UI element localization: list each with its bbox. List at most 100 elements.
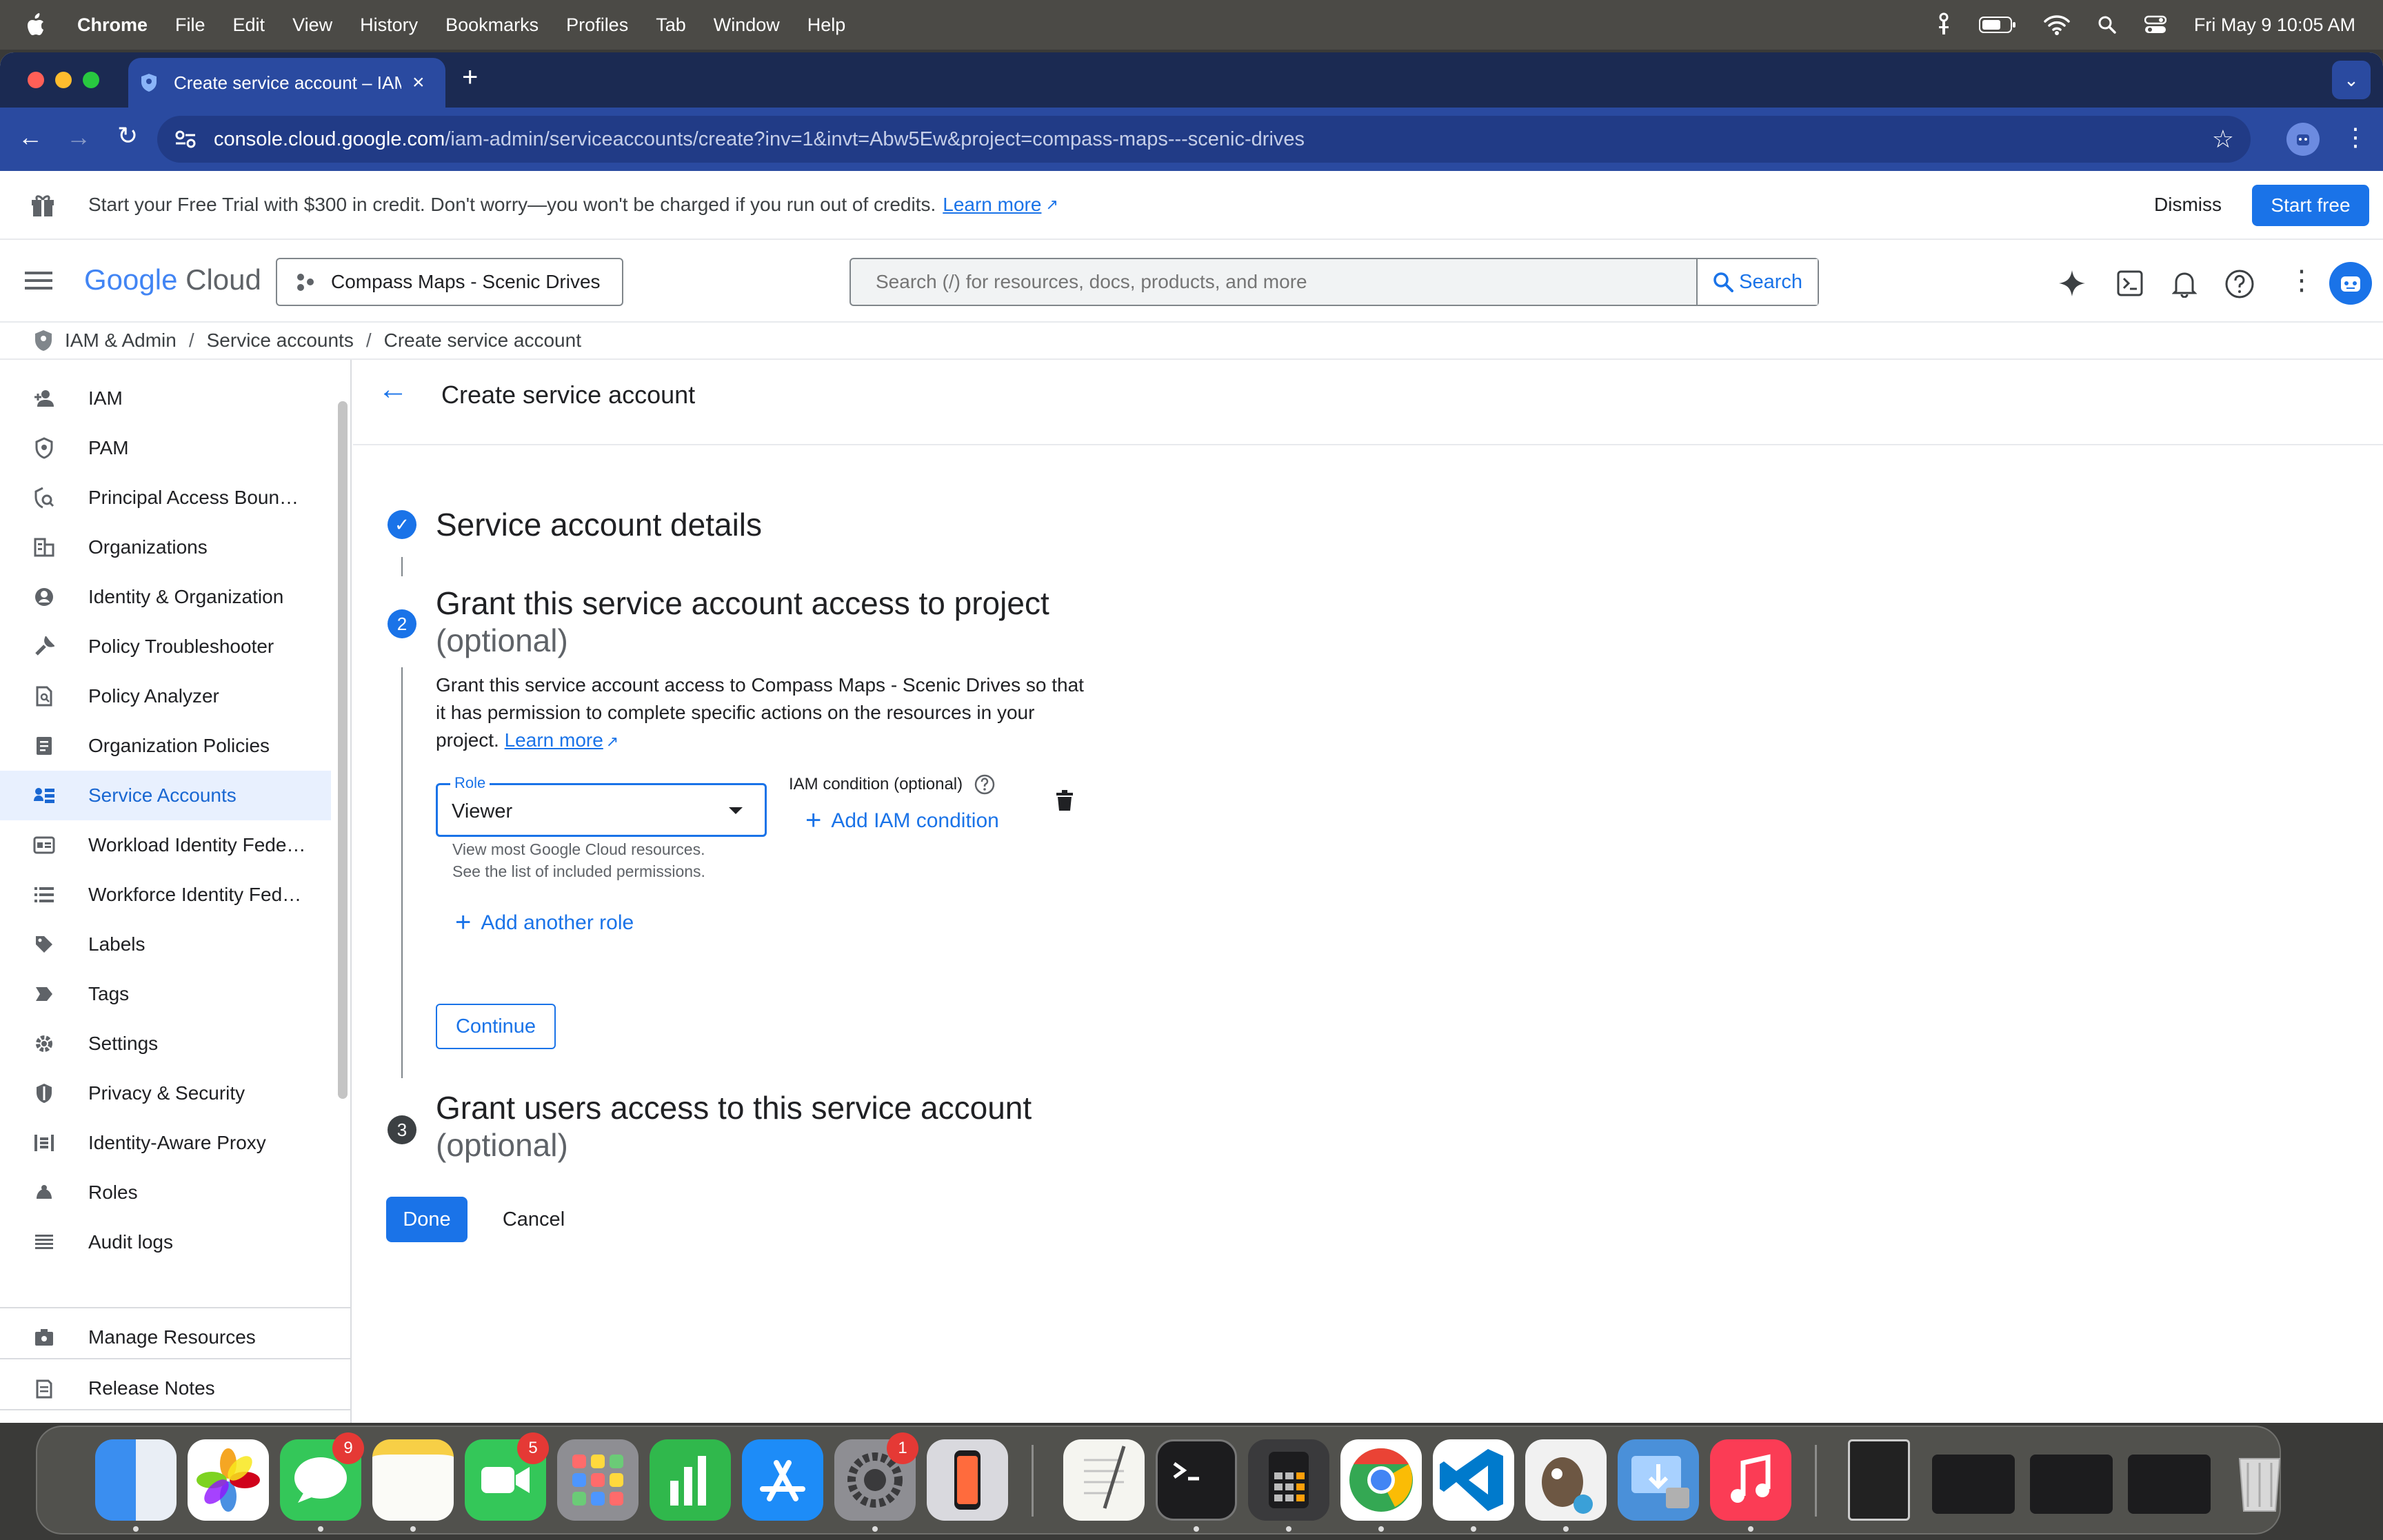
sidebar-item-organizations[interactable]: Organizations	[0, 523, 331, 572]
photos-icon[interactable]	[188, 1439, 269, 1521]
sidebar-item-labels[interactable]: Labels	[0, 920, 331, 969]
tab-search-chevron-icon[interactable]: ⌄	[2332, 61, 2371, 99]
breadcrumb-service-accounts[interactable]: Service accounts	[207, 330, 354, 352]
browser-tab-active[interactable]: Create service account – IAM ×	[128, 58, 445, 108]
control-center-icon[interactable]	[2144, 15, 2166, 34]
search-input[interactable]	[852, 259, 1697, 305]
menu-help[interactable]: Help	[807, 14, 846, 36]
migration-assistant-icon[interactable]	[1618, 1439, 1699, 1521]
role-select[interactable]: Role Viewer	[436, 774, 767, 837]
sidebar-item-tags[interactable]: Tags	[0, 969, 331, 1019]
help-icon[interactable]	[2224, 269, 2255, 299]
sidebar-item-workload-identity[interactable]: Workload Identity Fede…	[0, 820, 331, 870]
sidebar-scrollbar[interactable]	[338, 401, 348, 1099]
sidebar-item-workforce-identity[interactable]: Workforce Identity Fed…	[0, 870, 331, 920]
sidebar-item-identity-aware-proxy[interactable]: Identity-Aware Proxy	[0, 1118, 331, 1168]
sidebar-item-privacy-security[interactable]: Privacy & Security	[0, 1068, 331, 1118]
google-cloud-logo[interactable]: Google Cloud	[84, 263, 261, 296]
apple-logo-icon[interactable]	[26, 13, 47, 37]
menu-app-name[interactable]: Chrome	[77, 14, 148, 36]
tab-close-icon[interactable]: ×	[412, 71, 425, 94]
minimized-window-vscode[interactable]	[1932, 1455, 2015, 1514]
continue-button[interactable]: Continue	[436, 1004, 556, 1049]
project-picker[interactable]: Compass Maps - Scenic Drives	[276, 258, 623, 306]
sidebar-item-release-notes[interactable]: Release Notes	[0, 1364, 331, 1413]
menu-file[interactable]: File	[175, 14, 205, 36]
spotlight-search-icon[interactable]	[2098, 15, 2117, 34]
gimp-icon[interactable]	[1525, 1439, 1607, 1521]
status-icon[interactable]	[1936, 12, 1951, 37]
launchpad-icon[interactable]	[557, 1439, 639, 1521]
done-button[interactable]: Done	[386, 1197, 467, 1242]
menu-tab[interactable]: Tab	[656, 14, 686, 36]
wifi-icon[interactable]	[2044, 14, 2070, 35]
forward-arrow-icon[interactable]: →	[66, 123, 91, 152]
step1-title[interactable]: Service account details	[436, 506, 762, 543]
sidebar-item-roles[interactable]: Roles	[0, 1168, 331, 1217]
minimize-window-button[interactable]	[55, 72, 72, 88]
back-arrow-icon[interactable]: ←	[378, 372, 408, 407]
sidebar-item-policy-analyzer[interactable]: Policy Analyzer	[0, 671, 331, 721]
menu-edit[interactable]: Edit	[233, 14, 265, 36]
music-icon[interactable]	[1710, 1439, 1791, 1521]
close-window-button[interactable]	[28, 72, 44, 88]
back-arrow-icon[interactable]: ←	[18, 123, 43, 152]
sidebar-item-audit-logs[interactable]: Audit logs	[0, 1217, 331, 1267]
banner-learn-more-link[interactable]: Learn more	[943, 194, 1041, 216]
hamburger-menu-icon[interactable]	[25, 270, 52, 291]
zoom-window-button[interactable]	[83, 72, 99, 88]
battery-icon[interactable]	[1978, 16, 2016, 34]
notes-icon[interactable]	[372, 1439, 454, 1521]
delete-trash-icon[interactable]	[1055, 790, 1074, 812]
preview-minimized-icon[interactable]	[1848, 1439, 1910, 1521]
app-store-icon[interactable]	[742, 1439, 823, 1521]
step3-title[interactable]: Grant users access to this service accou…	[436, 1089, 1032, 1126]
role-help-line[interactable]: See the list of included permissions.	[452, 860, 705, 882]
calculator-icon[interactable]	[1248, 1439, 1329, 1521]
terminal-icon[interactable]	[1156, 1439, 1237, 1521]
sidebar-item-organization-policies[interactable]: Organization Policies	[0, 721, 331, 771]
step2-learn-more-link[interactable]: Learn more	[505, 729, 603, 751]
dismiss-button[interactable]: Dismiss	[2154, 194, 2222, 216]
sidebar-item-manage-resources[interactable]: Manage Resources	[0, 1313, 331, 1362]
sidebar-item-policy-troubleshooter[interactable]: Policy Troubleshooter	[0, 622, 331, 671]
menu-profiles[interactable]: Profiles	[566, 14, 628, 36]
sidebar-item-pam[interactable]: PAM	[0, 423, 331, 473]
sidebar-item-service-accounts[interactable]: Service Accounts	[0, 771, 331, 820]
vscode-icon[interactable]	[1433, 1439, 1514, 1521]
numbers-icon[interactable]	[650, 1439, 731, 1521]
site-info-icon[interactable]	[174, 129, 197, 150]
breadcrumb-iam-admin[interactable]: IAM & Admin	[65, 330, 177, 352]
sidebar-item-principal-access-boundary[interactable]: Principal Access Boun…	[0, 473, 331, 523]
start-free-button[interactable]: Start free	[2252, 185, 2369, 226]
menu-window[interactable]: Window	[714, 14, 780, 36]
sidebar-item-identity-organization[interactable]: Identity & Organization	[0, 572, 331, 622]
chrome-menu-icon[interactable]: ⋮	[2343, 123, 2368, 152]
minimized-window-notes[interactable]	[2030, 1455, 2113, 1514]
menu-view[interactable]: View	[292, 14, 332, 36]
cloud-shell-icon[interactable]	[2117, 270, 2143, 296]
profile-avatar-icon[interactable]	[2286, 123, 2320, 156]
more-options-icon[interactable]: ⋮	[2288, 265, 2315, 296]
add-iam-condition-button[interactable]: + Add IAM condition	[805, 805, 999, 836]
account-avatar[interactable]	[2329, 262, 2372, 305]
menu-bookmarks[interactable]: Bookmarks	[445, 14, 539, 36]
add-another-role-button[interactable]: + Add another role	[455, 907, 634, 938]
sidebar-item-iam[interactable]: IAM	[0, 374, 331, 423]
finder-icon[interactable]	[95, 1439, 177, 1521]
address-bar[interactable]: console.cloud.google.com /iam-admin/serv…	[157, 116, 2251, 163]
notifications-bell-icon[interactable]	[2172, 269, 2197, 298]
new-tab-button[interactable]: +	[462, 62, 490, 97]
menu-history[interactable]: History	[360, 14, 418, 36]
cancel-button[interactable]: Cancel	[495, 1197, 572, 1242]
minimized-window-music[interactable]	[2128, 1455, 2211, 1514]
menu-datetime[interactable]: Fri May 9 10:05 AM	[2194, 14, 2355, 36]
bookmark-star-icon[interactable]: ☆	[2212, 125, 2234, 154]
textedit-icon[interactable]	[1063, 1439, 1145, 1521]
chrome-icon[interactable]	[1340, 1439, 1422, 1521]
search-button[interactable]: Search	[1696, 259, 1818, 305]
sidebar-item-settings[interactable]: Settings	[0, 1019, 331, 1068]
iphone-mirroring-icon[interactable]	[927, 1439, 1008, 1521]
gemini-sparkle-icon[interactable]	[2058, 269, 2087, 298]
reload-icon[interactable]: ↻	[117, 121, 138, 150]
